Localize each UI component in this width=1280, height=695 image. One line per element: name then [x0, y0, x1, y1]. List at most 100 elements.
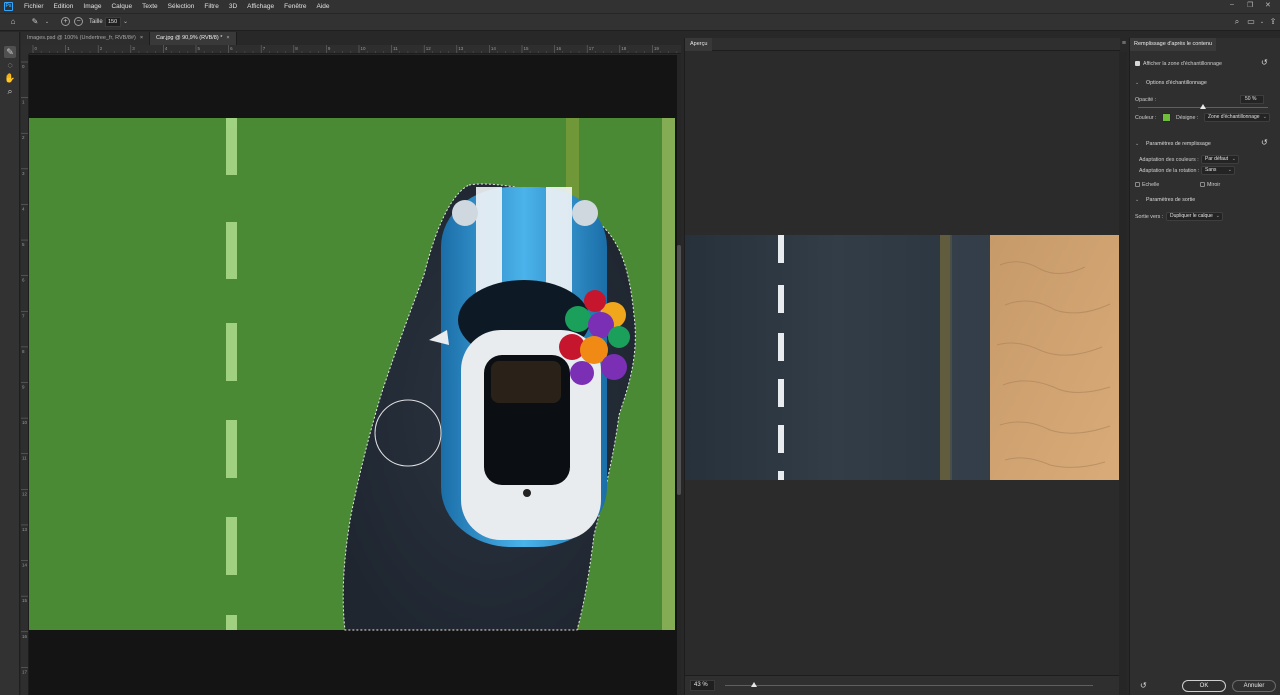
color-swatch[interactable] [1162, 113, 1171, 122]
ruler-label: 14 [22, 563, 28, 568]
chevron-down-icon[interactable]: ⌄ [1135, 197, 1139, 203]
close-tab-icon[interactable]: × [226, 35, 229, 41]
output-dropdown[interactable]: Dupliquer le calque ⌄ [1166, 212, 1223, 221]
close-window-icon[interactable]: ✕ [1265, 1, 1271, 9]
ruler-label: 3 [22, 171, 25, 176]
ruler-label: 9 [328, 46, 331, 51]
preview-panel: Aperçu ≡ 43 % [684, 38, 1126, 695]
menu-calque[interactable]: Calque [106, 3, 137, 10]
hand-icon[interactable]: ✋ [4, 72, 16, 84]
size-label: Taille : [89, 19, 107, 25]
zoom-icon[interactable]: ⌕ [4, 85, 16, 97]
menu-aide[interactable]: Aide [312, 3, 335, 10]
menu-fichier[interactable]: Fichier [19, 3, 49, 10]
workspace-chevron-icon[interactable]: ⌄ [1257, 17, 1267, 27]
preview-zoom-thumb[interactable] [751, 682, 758, 687]
panel-menu-icon[interactable]: ≡ [1122, 40, 1126, 47]
menu-texte[interactable]: Texte [137, 3, 163, 10]
home-icon[interactable]: ⌂ [8, 17, 18, 27]
menu-selection[interactable]: Sélection [163, 3, 200, 10]
color-adaptation-label: Adaptation des couleurs : [1139, 157, 1199, 163]
document-tabs: Images.psd @ 100% (Undertree_fr, RVB/8#)… [21, 32, 681, 45]
ruler-label: 13 [458, 46, 464, 51]
reset-all-icon[interactable]: ↺ [1140, 682, 1148, 690]
preview-footer: 43 % [685, 675, 1120, 695]
ruler-label: 16 [556, 46, 562, 51]
tab-label: Car.jpg @ 90,9% (RVB/8) * [156, 35, 223, 41]
fill-settings-heading[interactable]: Paramètres de remplissage [1146, 141, 1211, 147]
preview-zoom-input[interactable]: 43 % [690, 680, 715, 691]
opacity-label: Opacité : [1135, 97, 1157, 103]
sampling-options-heading[interactable]: Options d'échantillonnage [1146, 80, 1207, 86]
scale-checkbox[interactable] [1135, 182, 1140, 187]
show-sample-checkbox[interactable] [1135, 61, 1140, 66]
menu-filtre[interactable]: Filtre [199, 3, 223, 10]
add-to-sample-button[interactable]: + [61, 17, 70, 26]
ruler-label: 11 [393, 46, 398, 51]
indicates-label: Désigne : [1176, 115, 1199, 121]
chevron-down-icon[interactable]: ⌄ [1135, 80, 1139, 86]
output-settings-heading[interactable]: Paramètres de sortie [1146, 197, 1195, 203]
opacity-input[interactable]: 50 % [1240, 95, 1264, 104]
canvas-scrollbar[interactable] [677, 55, 681, 695]
ruler-label: 15 [524, 46, 530, 51]
panel-title: Remplissage d'après le contenu [1130, 38, 1217, 51]
chevron-down-icon[interactable]: ⌄ [1135, 141, 1139, 147]
reset-icon[interactable]: ↺ [1261, 59, 1269, 67]
subtract-from-sample-button[interactable]: − [74, 17, 83, 26]
mirror-checkbox[interactable] [1200, 182, 1205, 187]
close-tab-icon[interactable]: × [140, 35, 143, 41]
preview-zoom-slider[interactable] [725, 685, 1093, 686]
size-chevron-icon[interactable]: ⌄ [123, 18, 128, 25]
tab-car-jpg[interactable]: Car.jpg @ 90,9% (RVB/8) * × [150, 32, 237, 45]
reset-icon[interactable]: ↺ [1261, 139, 1269, 147]
menu-affichage[interactable]: Affichage [242, 3, 279, 10]
chevron-down-icon[interactable]: ⌄ [42, 17, 52, 27]
opacity-slider-thumb[interactable] [1200, 104, 1206, 109]
menu-image[interactable]: Image [78, 3, 106, 10]
color-label: Couleur : [1135, 115, 1157, 121]
rotation-adaptation-dropdown[interactable]: Sans ⌄ [1201, 166, 1235, 175]
ruler-label: 2 [100, 46, 103, 51]
tab-images-psd[interactable]: Images.psd @ 100% (Undertree_fr, RVB/8#)… [21, 32, 151, 45]
options-bar: ⌂ ✎ ⌄ + − Taille : 150 ⌄ ⌕ ▭ ⌄ ⇪ [0, 13, 1280, 31]
chevron-down-icon: ⌄ [1215, 213, 1220, 219]
ruler-label: 19 [654, 46, 660, 51]
ruler-label: 6 [22, 278, 25, 283]
sampling-brush-icon[interactable]: ✎ [4, 46, 16, 58]
output-value: Dupliquer le calque [1170, 213, 1213, 219]
cancel-button[interactable]: Annuler [1232, 680, 1276, 692]
vertical-ruler[interactable]: 01234567891011121314151617 [21, 54, 29, 695]
ruler-label: 9 [22, 385, 25, 390]
preview-image[interactable] [685, 235, 1120, 480]
ruler-label: 8 [22, 349, 25, 354]
share-icon[interactable]: ⇪ [1268, 17, 1278, 27]
ok-button[interactable]: OK [1182, 680, 1226, 692]
ruler-label: 1 [22, 100, 25, 105]
sand-edge [662, 118, 675, 630]
workspace-icon[interactable]: ▭ [1246, 17, 1256, 27]
search-icon[interactable]: ⌕ [1232, 17, 1242, 27]
menu-3d[interactable]: 3D [224, 3, 242, 10]
minimize-icon[interactable]: – [1230, 1, 1234, 8]
indicates-dropdown[interactable]: Zone d'échantillonnage ⌄ [1204, 113, 1270, 122]
restore-icon[interactable]: ❐ [1247, 1, 1253, 9]
ruler-label: 8 [295, 46, 298, 51]
canvas-area[interactable] [29, 55, 677, 695]
color-adaptation-dropdown[interactable]: Par défaut ⌄ [1201, 155, 1239, 164]
scale-label: Echelle [1142, 182, 1160, 188]
document-canvas[interactable] [29, 55, 677, 695]
lasso-icon[interactable]: ◌ [4, 59, 16, 71]
tab-apercu[interactable]: Aperçu [685, 38, 713, 51]
sampling-brush-tool-icon[interactable]: ✎ [30, 17, 40, 27]
preview-scrollbar[interactable] [1119, 52, 1127, 695]
horizontal-ruler[interactable]: 0 1 2 3 4 5 6 7 8 9 10 11 12 13 14 15 16 17 18 19 [29, 45, 681, 54]
ruler-label: 0 [35, 46, 38, 51]
scrollbar-thumb[interactable] [677, 245, 681, 495]
menu-fenetre[interactable]: Fenêtre [279, 3, 311, 10]
ruler-label: 17 [589, 46, 595, 51]
size-input[interactable]: 150 [105, 17, 121, 27]
menu-edition[interactable]: Edition [49, 3, 79, 10]
ruler-label: 1 [67, 46, 70, 51]
ruler-label: 12 [22, 491, 28, 496]
